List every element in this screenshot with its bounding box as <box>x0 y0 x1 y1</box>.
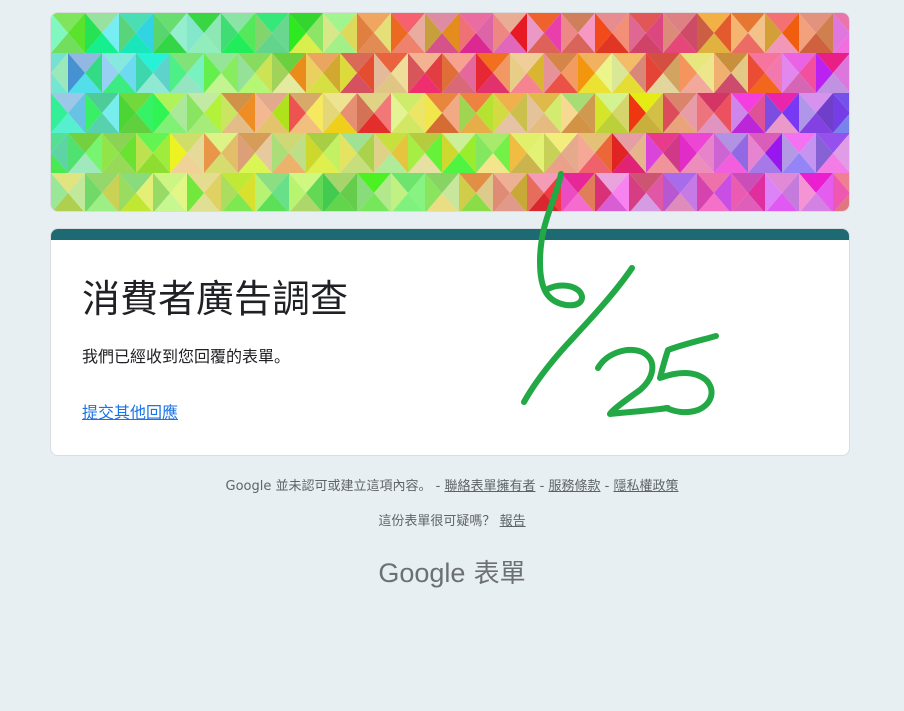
google-forms-logo[interactable]: Google 表單 <box>0 556 904 591</box>
separator: - <box>539 479 545 494</box>
forms-wordmark: 表單 <box>473 559 526 589</box>
form-title: 消費者廣告調查 <box>82 277 349 321</box>
footer-disclaimer-row: Google 並未認可或建立這項內容。 - 聯絡表單擁有者 - 服務條款 - 隱… <box>0 477 904 497</box>
contact-owner-link[interactable]: 聯絡表單擁有者 <box>444 479 535 494</box>
report-link[interactable]: 報告 <box>500 514 526 529</box>
separator: - <box>604 479 610 494</box>
mosaic-pattern <box>51 13 849 211</box>
confirmation-card: 消費者廣告調查 我們已經收到您回覆的表單。 提交其他回應 <box>50 228 850 456</box>
confirmation-message: 我們已經收到您回覆的表單。 <box>82 347 291 366</box>
privacy-policy-link[interactable]: 隱私權政策 <box>613 479 678 494</box>
terms-of-service-link[interactable]: 服務條款 <box>548 479 600 494</box>
header-banner-image <box>50 12 850 212</box>
suspicious-text: 這份表單很可疑嗎？ <box>378 514 496 529</box>
disclaimer-text: Google 並未認可或建立這項內容。 - <box>225 479 441 494</box>
footer-report-row: 這份表單很可疑嗎？ 報告 <box>0 512 904 532</box>
google-wordmark: Google <box>378 558 466 588</box>
card-accent-bar <box>51 229 849 240</box>
submit-another-response-link[interactable]: 提交其他回應 <box>82 401 178 425</box>
